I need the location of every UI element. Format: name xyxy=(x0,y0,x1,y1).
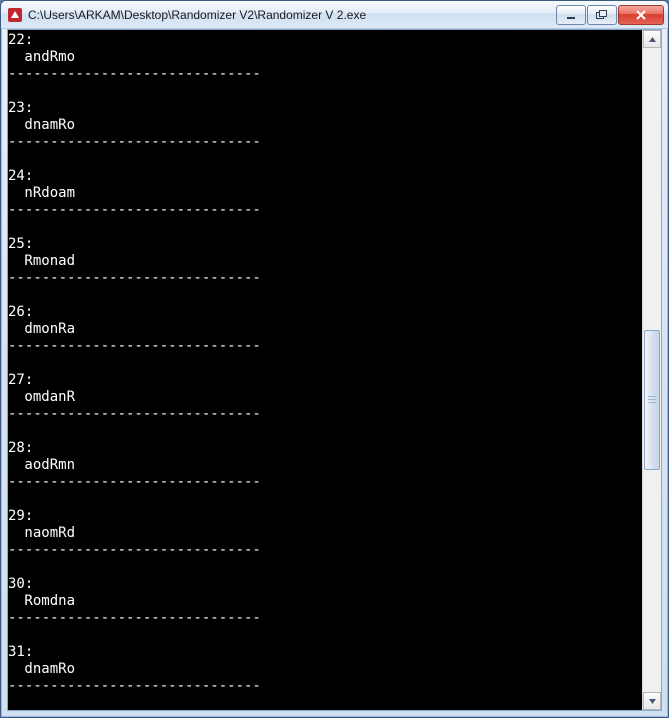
separator-line: ------------------------------ xyxy=(8,270,642,287)
separator-line: ------------------------------ xyxy=(8,610,642,627)
blank-line xyxy=(8,559,642,576)
entry-value: naomRd xyxy=(8,525,642,542)
blank-line xyxy=(8,355,642,372)
entry-value: andRmo xyxy=(8,49,642,66)
minimize-button[interactable] xyxy=(556,5,586,25)
blank-line xyxy=(8,695,642,710)
window-buttons xyxy=(555,5,664,25)
titlebar[interactable]: C:\Users\ARKAM\Desktop\Randomizer V2\Ran… xyxy=(1,1,668,29)
entry-value: dnamRo xyxy=(8,661,642,678)
entry-index: 27: xyxy=(8,372,642,389)
scroll-down-button[interactable] xyxy=(643,692,661,710)
scroll-thumb[interactable] xyxy=(644,330,660,470)
console-entry: 29: naomRd------------------------------ xyxy=(8,508,642,576)
console-entry: 31: dnamRo------------------------------ xyxy=(8,644,642,710)
entry-index: 24: xyxy=(8,168,642,185)
app-icon xyxy=(7,7,23,23)
entry-value: Rmonad xyxy=(8,253,642,270)
blank-line xyxy=(8,287,642,304)
entry-index: 23: xyxy=(8,100,642,117)
separator-line: ------------------------------ xyxy=(8,338,642,355)
console-entry: 27: omdanR------------------------------ xyxy=(8,372,642,440)
separator-line: ------------------------------ xyxy=(8,66,642,83)
entry-index: 30: xyxy=(8,576,642,593)
maximize-button[interactable] xyxy=(587,5,617,25)
client-area: 22: andRmo------------------------------… xyxy=(7,29,662,711)
entry-index: 26: xyxy=(8,304,642,321)
entry-value: nRdoam xyxy=(8,185,642,202)
separator-line: ------------------------------ xyxy=(8,678,642,695)
blank-line xyxy=(8,83,642,100)
separator-line: ------------------------------ xyxy=(8,406,642,423)
entry-value: dnamRo xyxy=(8,117,642,134)
blank-line xyxy=(8,423,642,440)
console-entry: 28: aodRmn------------------------------ xyxy=(8,440,642,508)
entry-index: 31: xyxy=(8,644,642,661)
entry-index: 25: xyxy=(8,236,642,253)
console-entry: 26: dmonRa------------------------------ xyxy=(8,304,642,372)
entry-value: omdanR xyxy=(8,389,642,406)
console-entry: 24: nRdoam------------------------------ xyxy=(8,168,642,236)
entry-value: dmonRa xyxy=(8,321,642,338)
console-entry: 30: Romdna------------------------------ xyxy=(8,576,642,644)
blank-line xyxy=(8,491,642,508)
separator-line: ------------------------------ xyxy=(8,202,642,219)
scroll-up-button[interactable] xyxy=(643,30,661,48)
blank-line xyxy=(8,151,642,168)
console-output: 22: andRmo------------------------------… xyxy=(8,30,642,710)
separator-line: ------------------------------ xyxy=(8,134,642,151)
console-entry: 23: dnamRo------------------------------ xyxy=(8,100,642,168)
app-window: C:\Users\ARKAM\Desktop\Randomizer V2\Ran… xyxy=(0,0,669,718)
entry-index: 28: xyxy=(8,440,642,457)
console-entry: 25: Rmonad------------------------------ xyxy=(8,236,642,304)
console-entry: 22: andRmo------------------------------ xyxy=(8,32,642,100)
window-title: C:\Users\ARKAM\Desktop\Randomizer V2\Ran… xyxy=(28,8,555,22)
separator-line: ------------------------------ xyxy=(8,474,642,491)
blank-line xyxy=(8,627,642,644)
entry-index: 22: xyxy=(8,32,642,49)
entry-value: Romdna xyxy=(8,593,642,610)
entry-value: aodRmn xyxy=(8,457,642,474)
vertical-scrollbar[interactable] xyxy=(642,30,661,710)
entry-index: 29: xyxy=(8,508,642,525)
close-button[interactable] xyxy=(618,5,664,25)
blank-line xyxy=(8,219,642,236)
separator-line: ------------------------------ xyxy=(8,542,642,559)
